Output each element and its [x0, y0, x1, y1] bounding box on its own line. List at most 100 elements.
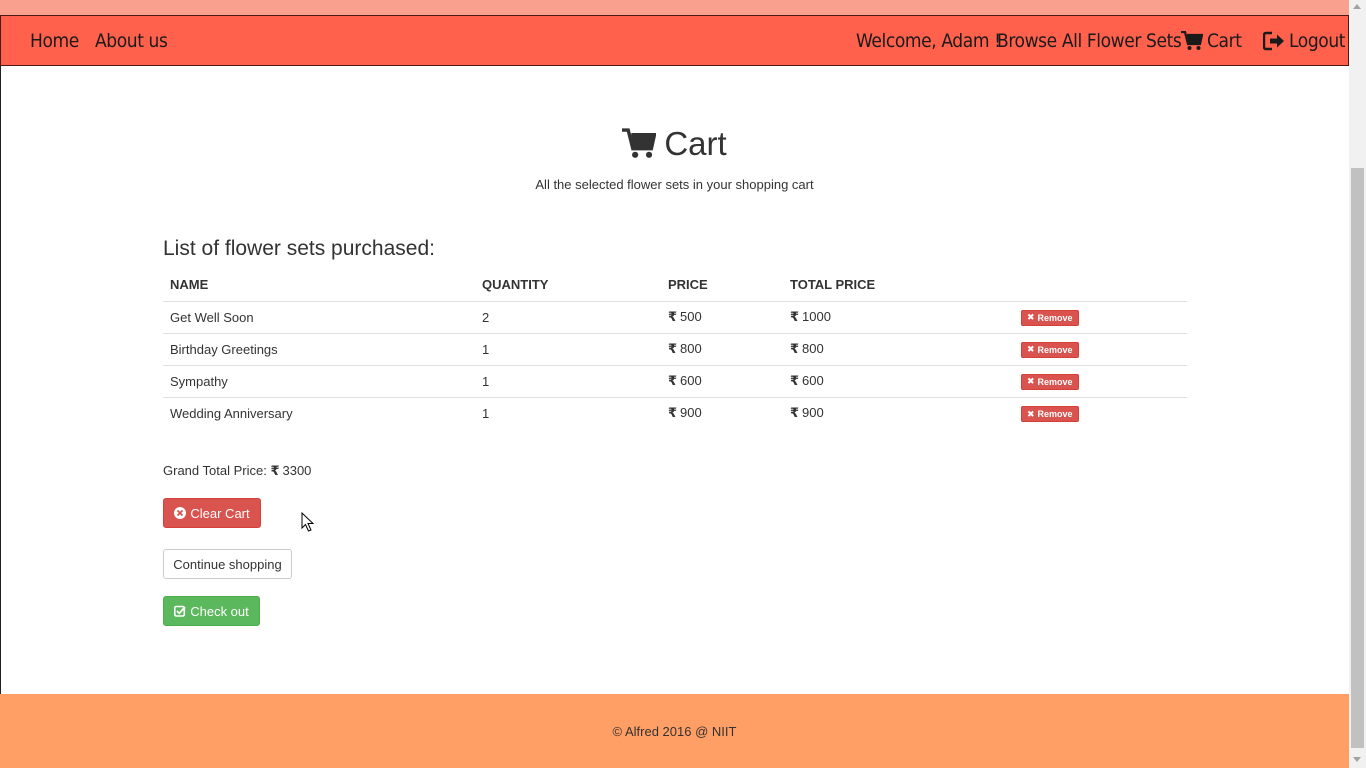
navbar: Home About us Welcome, Adam ! Browse All…	[0, 15, 1349, 66]
rupee-icon: ₹	[790, 405, 800, 421]
check-square-icon	[174, 605, 186, 617]
page-title-text: Cart	[664, 125, 727, 162]
quantity-value: 2	[482, 309, 490, 325]
times-circle-icon	[174, 507, 187, 519]
nav-logout-link[interactable]: Logout	[1263, 16, 1345, 65]
continue-shopping-button[interactable]: Continue shopping	[163, 549, 292, 579]
total-price-value: 600	[802, 373, 824, 388]
column-header-price: PRICE	[661, 268, 783, 302]
cart-table: NAME QUANTITY PRICE TOTAL PRICE Get Well…	[163, 268, 1187, 429]
cell-quantity: 1	[475, 333, 661, 366]
grand-total-label: Grand Total Price:	[163, 463, 267, 478]
cell-quantity: 2	[475, 301, 661, 334]
close-icon: ✖	[1027, 312, 1035, 323]
flower-set-name: Sympathy	[170, 373, 228, 389]
mouse-cursor-icon	[301, 512, 315, 532]
rupee-icon: ₹	[668, 373, 678, 388]
cell-actions: ✖ Remove	[1014, 301, 1187, 334]
rupee-icon: ₹	[668, 309, 678, 324]
column-header-quantity: QUANTITY	[475, 268, 661, 302]
rupee-icon: ₹	[668, 405, 678, 421]
scroll-down-arrow-icon[interactable]	[1353, 757, 1361, 762]
scroll-up-arrow-icon[interactable]	[1353, 4, 1361, 9]
flower-set-name: Get Well Soon	[170, 309, 254, 325]
quantity-value: 1	[482, 341, 490, 357]
price-value: 600	[680, 373, 702, 388]
check-out-label: Check out	[190, 603, 249, 619]
nav-about-link[interactable]: About us	[95, 16, 168, 65]
price-value: 900	[680, 405, 702, 421]
table-row: Birthday Greetings 1 ₹800 ₹800 ✖ Remove	[163, 333, 1187, 366]
footer: © Alfred 2016 @ NIIT	[0, 694, 1349, 768]
grand-total: Grand Total Price: ₹3300	[163, 463, 311, 479]
shopping-cart-icon	[1181, 30, 1203, 50]
rupee-icon: ₹	[790, 373, 800, 388]
column-header-actions	[1014, 268, 1187, 302]
page-header: Cart	[0, 125, 1349, 165]
rupee-icon: ₹	[270, 463, 280, 478]
nav-home-link[interactable]: Home	[30, 16, 79, 65]
cell-name: Wedding Anniversary	[163, 397, 475, 429]
remove-button[interactable]: ✖ Remove	[1021, 309, 1079, 326]
cell-total-price: ₹900	[783, 397, 1014, 429]
cell-name: Sympathy	[163, 365, 475, 398]
remove-label: Remove	[1037, 344, 1073, 355]
table-row: Get Well Soon 2 ₹500 ₹1000 ✖ Remove	[163, 301, 1187, 334]
price-value: 500	[680, 309, 702, 324]
table-header-row: NAME QUANTITY PRICE TOTAL PRICE	[163, 268, 1187, 302]
cell-price: ₹900	[661, 397, 783, 429]
nav-welcome-text: Welcome, Adam !	[856, 29, 1001, 52]
remove-label: Remove	[1037, 312, 1073, 323]
rupee-icon: ₹	[790, 341, 800, 356]
clear-cart-button[interactable]: Clear Cart	[163, 498, 261, 528]
quantity-value: 1	[482, 373, 490, 389]
total-price-value: 800	[802, 341, 824, 356]
sign-out-icon	[1263, 31, 1284, 50]
cell-price: ₹500	[661, 301, 783, 334]
nav-cart-link[interactable]: Cart	[1181, 16, 1242, 65]
clear-cart-label: Clear Cart	[190, 505, 250, 521]
close-icon: ✖	[1027, 376, 1035, 387]
cell-actions: ✖ Remove	[1014, 397, 1187, 429]
close-icon: ✖	[1027, 344, 1035, 355]
page-subtitle: All the selected flower sets in your sho…	[535, 177, 814, 192]
nav-cart-label: Cart	[1207, 29, 1242, 52]
column-header-total-price: TOTAL PRICE	[783, 268, 1014, 302]
cell-price: ₹600	[661, 365, 783, 398]
close-icon: ✖	[1027, 408, 1035, 419]
cell-name: Birthday Greetings	[163, 333, 475, 366]
total-price-value: 1000	[802, 309, 831, 324]
nav-logout-label: Logout	[1289, 29, 1346, 52]
footer-text: © Alfred 2016 @ NIIT	[612, 723, 737, 739]
shopping-cart-icon	[622, 128, 657, 158]
quantity-value: 1	[482, 405, 490, 421]
check-out-button[interactable]: Check out	[163, 596, 260, 626]
cell-actions: ✖ Remove	[1014, 333, 1187, 366]
remove-button[interactable]: ✖ Remove	[1021, 406, 1079, 422]
cell-price: ₹800	[661, 333, 783, 366]
grand-total-value: 3300	[282, 463, 312, 478]
table-row: Wedding Anniversary 1 ₹900 ₹900 ✖ Remove	[163, 397, 1187, 429]
column-header-name: NAME	[163, 268, 475, 302]
cell-total-price: ₹600	[783, 365, 1014, 398]
cell-actions: ✖ Remove	[1014, 365, 1187, 398]
remove-button[interactable]: ✖ Remove	[1021, 341, 1079, 358]
cell-total-price: ₹800	[783, 333, 1014, 366]
price-value: 800	[680, 341, 702, 356]
cell-total-price: ₹1000	[783, 301, 1014, 334]
rupee-icon: ₹	[668, 341, 678, 356]
flower-set-name: Birthday Greetings	[170, 341, 278, 357]
top-strip	[0, 0, 1349, 15]
flower-set-name: Wedding Anniversary	[170, 405, 293, 421]
scrollbar-thumb[interactable]	[1351, 168, 1364, 748]
total-price-value: 900	[802, 405, 824, 421]
cell-quantity: 1	[475, 365, 661, 398]
table-row: Sympathy 1 ₹600 ₹600 ✖ Remove	[163, 365, 1187, 398]
remove-button[interactable]: ✖ Remove	[1021, 373, 1079, 390]
remove-label: Remove	[1037, 409, 1073, 419]
rupee-icon: ₹	[790, 309, 800, 324]
nav-browse-link[interactable]: Browse All Flower Sets	[997, 16, 1182, 65]
remove-label: Remove	[1037, 376, 1073, 387]
page-title: Cart	[622, 125, 727, 163]
cell-quantity: 1	[475, 397, 661, 429]
